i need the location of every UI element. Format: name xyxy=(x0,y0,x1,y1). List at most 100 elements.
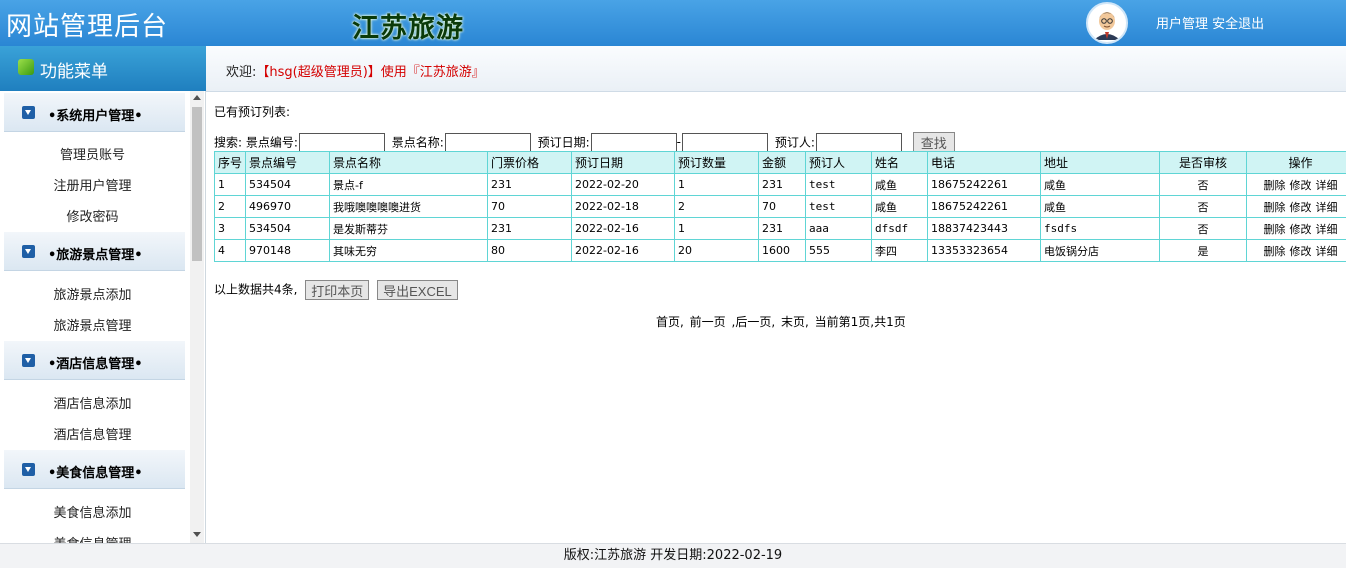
last-page-link[interactable]: 末页, xyxy=(781,315,809,329)
export-excel-button[interactable]: 导出EXCEL xyxy=(377,280,458,300)
cell-price: 231 xyxy=(488,218,572,240)
sidebar-item-admin-accounts[interactable]: 管理员账号 xyxy=(0,144,185,163)
delete-link[interactable]: 删除 xyxy=(1264,201,1286,214)
cell-quantity: 2 xyxy=(675,196,759,218)
date-label: 预订日期: xyxy=(538,136,590,150)
col-header: 地址 xyxy=(1041,152,1160,174)
detail-link[interactable]: 详细 xyxy=(1316,223,1338,236)
first-page-link[interactable]: 首页, xyxy=(656,315,684,329)
scroll-thumb[interactable] xyxy=(192,107,202,261)
delete-link[interactable]: 删除 xyxy=(1264,245,1286,258)
cell-spot-name: 我哦噢噢噢噢进货 xyxy=(330,196,488,218)
edit-link[interactable]: 修改 xyxy=(1290,223,1312,236)
date-from-input[interactable] xyxy=(591,133,677,152)
cell-spot-no: 496970 xyxy=(246,196,330,218)
sidebar-group-food[interactable]: •美食信息管理• xyxy=(4,450,185,489)
col-header: 门票价格 xyxy=(488,152,572,174)
edit-link[interactable]: 修改 xyxy=(1290,179,1312,192)
col-header: 景点名称 xyxy=(330,152,488,174)
cell-reviewed: 是 xyxy=(1160,240,1247,262)
page-status: 当前第1页,共1页 xyxy=(815,315,906,329)
sidebar-group-title: •酒店信息管理• xyxy=(48,353,143,372)
sidebar-item-hotel-manage[interactable]: 酒店信息管理 xyxy=(0,424,185,443)
cell-price: 70 xyxy=(488,196,572,218)
table-row: 1 534504 景点-f 231 2022-02-20 1 231 test … xyxy=(215,174,1346,196)
cell-phone: 18675242261 xyxy=(928,196,1041,218)
cell-actions: 删除修改详细 xyxy=(1247,174,1346,196)
cell-spot-name: 景点-f xyxy=(330,174,488,196)
cell-date: 2022-02-16 xyxy=(572,240,675,262)
detail-link[interactable]: 详细 xyxy=(1316,201,1338,214)
edit-link[interactable]: 修改 xyxy=(1290,245,1312,258)
scroll-up-icon[interactable] xyxy=(193,95,201,100)
delete-link[interactable]: 删除 xyxy=(1264,223,1286,236)
cell-spot-no: 534504 xyxy=(246,218,330,240)
cell-booker: 555 xyxy=(806,240,872,262)
collapse-icon xyxy=(22,463,35,476)
collapse-icon xyxy=(22,245,35,258)
sidebar-item-change-password[interactable]: 修改密码 xyxy=(0,206,185,225)
col-header: 序号 xyxy=(215,152,246,174)
sidebar-group-hotels[interactable]: •酒店信息管理• xyxy=(4,341,185,380)
cell-spot-no: 970148 xyxy=(246,240,330,262)
cell-reviewed: 否 xyxy=(1160,196,1247,218)
cell-index: 1 xyxy=(215,174,246,196)
sidebar-scrollbar[interactable] xyxy=(190,91,204,543)
prev-page-link[interactable]: 前一页 xyxy=(690,315,726,329)
sidebar-group-scenic-spots[interactable]: •旅游景点管理• xyxy=(4,232,185,271)
sidebar-item-hotel-add[interactable]: 酒店信息添加 xyxy=(0,393,185,412)
cell-spot-name: 其味无穷 xyxy=(330,240,488,262)
bookings-table: 序号 景点编号 景点名称 门票价格 预订日期 预订数量 金额 预订人 姓名 电话… xyxy=(214,151,1346,262)
sidebar-item-food-manage[interactable]: 美食信息管理 xyxy=(0,533,185,543)
cell-address: 咸鱼 xyxy=(1041,196,1160,218)
sidebar-item-spot-manage[interactable]: 旅游景点管理 xyxy=(0,315,185,334)
print-button[interactable]: 打印本页 xyxy=(305,280,369,300)
sidebar-group-title: •旅游景点管理• xyxy=(48,244,143,263)
pagination: 首页, 前一页 ,后一页, 末页, 当前第1页,共1页 xyxy=(656,313,908,330)
edit-link[interactable]: 修改 xyxy=(1290,201,1312,214)
cell-amount: 231 xyxy=(759,218,806,240)
cube-icon xyxy=(18,59,34,75)
cell-spot-no: 534504 xyxy=(246,174,330,196)
cell-address: 咸鱼 xyxy=(1041,174,1160,196)
spot-no-input[interactable] xyxy=(299,133,385,152)
cell-price: 231 xyxy=(488,174,572,196)
search-button[interactable]: 查找 xyxy=(913,132,955,152)
detail-link[interactable]: 详细 xyxy=(1316,179,1338,192)
col-header: 预订数量 xyxy=(675,152,759,174)
welcome-prefix: 欢迎: xyxy=(226,65,256,80)
cell-date: 2022-02-20 xyxy=(572,174,675,196)
user-manage-link[interactable]: 用户管理 xyxy=(1156,17,1208,32)
cell-index: 4 xyxy=(215,240,246,262)
sidebar-group-system-users[interactable]: •系统用户管理• xyxy=(4,93,185,132)
cell-amount: 231 xyxy=(759,174,806,196)
cell-actions: 删除修改详细 xyxy=(1247,218,1346,240)
collapse-icon xyxy=(22,106,35,119)
cell-name: 李四 xyxy=(872,240,928,262)
cell-booker: aaa xyxy=(806,218,872,240)
sidebar-group-title: •美食信息管理• xyxy=(48,462,143,481)
scroll-down-icon[interactable] xyxy=(193,532,201,537)
spot-name-input[interactable] xyxy=(445,133,531,152)
cell-quantity: 1 xyxy=(675,174,759,196)
col-header: 电话 xyxy=(928,152,1041,174)
avatar-icon[interactable] xyxy=(1086,2,1128,44)
booker-input[interactable] xyxy=(816,133,902,152)
welcome-bar: 欢迎:【hsg(超级管理员)】使用『江苏旅游』 xyxy=(206,46,1346,92)
sidebar-item-registered-users[interactable]: 注册用户管理 xyxy=(0,175,185,194)
cell-amount: 1600 xyxy=(759,240,806,262)
delete-link[interactable]: 删除 xyxy=(1264,179,1286,192)
cell-name: 咸鱼 xyxy=(872,196,928,218)
search-bar: 搜索: 景点编号: 景点名称: 预订日期:- 预订人: 查找 xyxy=(214,132,955,152)
next-page-link[interactable]: ,后一页, xyxy=(732,315,776,329)
date-to-input[interactable] xyxy=(682,133,768,152)
col-header: 预订人 xyxy=(806,152,872,174)
cell-phone: 18837423443 xyxy=(928,218,1041,240)
list-title: 已有预订列表: xyxy=(214,103,290,120)
sidebar-item-food-add[interactable]: 美食信息添加 xyxy=(0,502,185,521)
logout-link[interactable]: 安全退出 xyxy=(1212,17,1264,32)
sidebar-group-title: •系统用户管理• xyxy=(48,105,143,124)
sidebar: •系统用户管理• 管理员账号 注册用户管理 修改密码 •旅游景点管理• 旅游景点… xyxy=(0,91,206,543)
sidebar-item-spot-add[interactable]: 旅游景点添加 xyxy=(0,284,185,303)
detail-link[interactable]: 详细 xyxy=(1316,245,1338,258)
